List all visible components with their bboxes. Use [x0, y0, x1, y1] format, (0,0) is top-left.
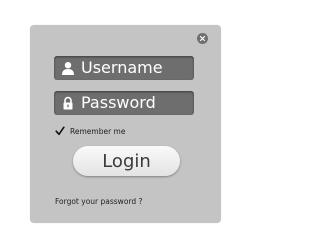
close-icon [199, 35, 206, 42]
remember-me-label: Remember me [70, 126, 126, 136]
checkmark-icon [55, 126, 65, 136]
username-field[interactable]: Username [54, 56, 194, 80]
close-button[interactable] [197, 33, 208, 44]
password-field[interactable]: Password [54, 91, 194, 115]
password-placeholder: Password [81, 93, 156, 112]
login-button[interactable]: Login [73, 146, 180, 176]
username-placeholder: Username [81, 58, 163, 77]
remember-me: Remember me [55, 125, 125, 137]
login-panel: Username Password Remember me Login Forg… [30, 25, 221, 223]
remember-me-checkbox[interactable] [55, 126, 65, 136]
lock-icon [61, 96, 75, 110]
forgot-password-link[interactable]: Forgot your password ? [55, 197, 142, 206]
user-icon [61, 61, 75, 75]
